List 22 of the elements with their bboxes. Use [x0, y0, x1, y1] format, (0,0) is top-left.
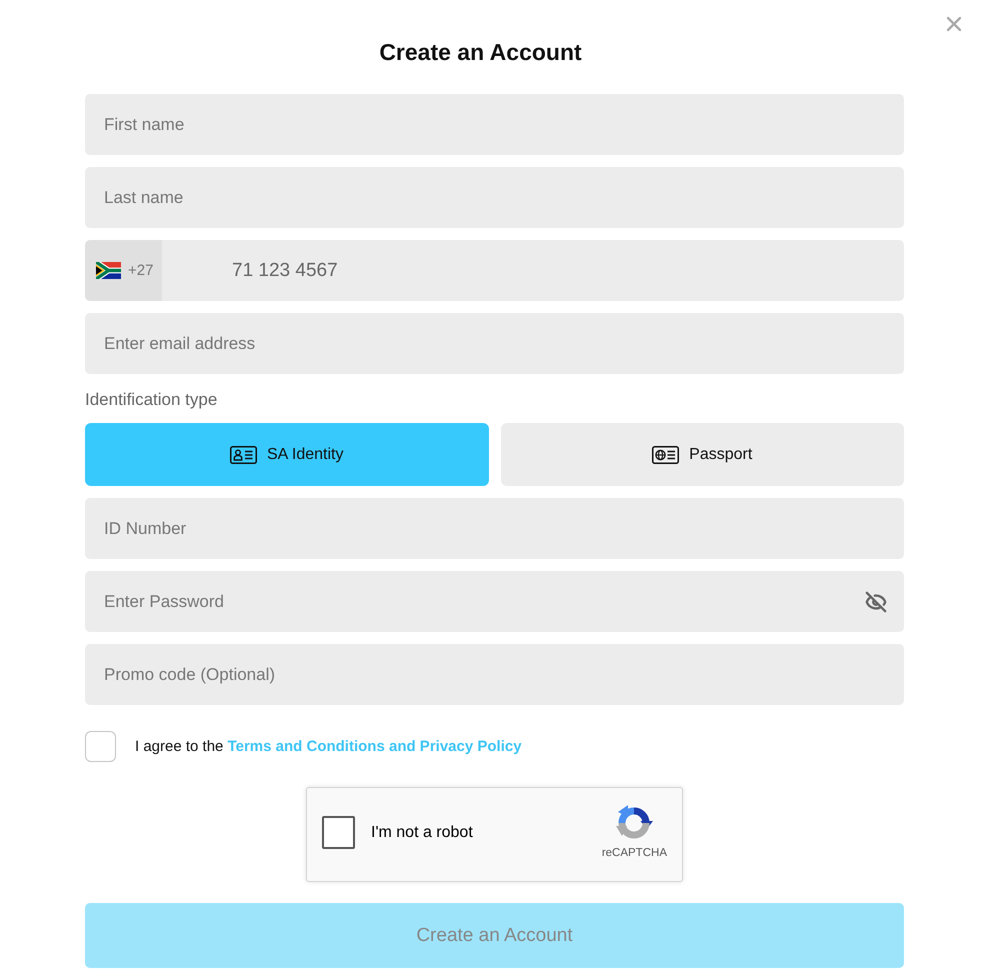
input-field[interactable]: ID Number [85, 498, 904, 559]
id-card-icon [230, 446, 257, 464]
captcha-checkbox[interactable] [322, 816, 355, 849]
country-code-selector[interactable]: +27 [85, 240, 162, 301]
captcha-label: I'm not a robot [371, 824, 474, 842]
id-type-option[interactable]: SA Identity [85, 423, 488, 486]
phone-field[interactable]: 71 123 4567 [162, 240, 904, 301]
input-field[interactable]: Last name [85, 167, 904, 228]
field-label: Identification type [85, 391, 218, 409]
agree-checkbox[interactable] [85, 731, 116, 762]
input-field[interactable]: First name [85, 94, 904, 155]
dialog-title: Create an Account [379, 38, 582, 67]
agreement-text: I agree to the Terms and Conditions and Privacy Policy [135, 738, 522, 755]
input-field[interactable]: Promo code (Optional) [85, 644, 904, 705]
globe-card-icon [652, 446, 680, 464]
password-field[interactable]: Enter Password [85, 571, 904, 632]
eye-off-icon[interactable] [865, 590, 887, 612]
id-type-option[interactable]: Passport [500, 423, 904, 486]
terms-link[interactable]: Terms and Conditions and Privacy Policy [228, 738, 522, 755]
input-field[interactable]: Enter email address [85, 313, 904, 374]
captcha-brand: reCAPTCHA [602, 846, 667, 860]
flag-icon [96, 262, 121, 279]
